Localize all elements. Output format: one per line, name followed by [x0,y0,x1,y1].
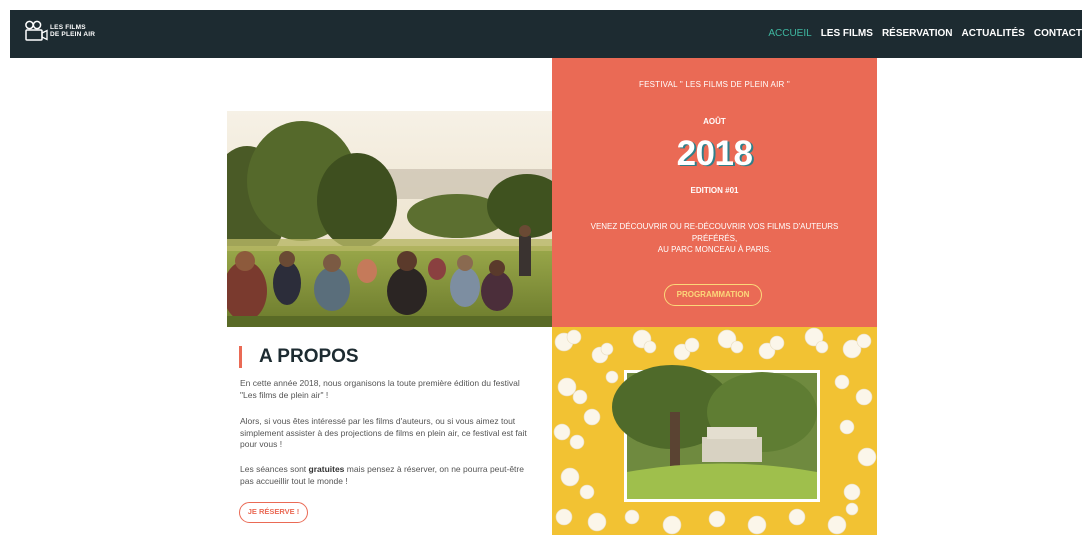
programmation-button[interactable]: PROGRAMMATION [664,284,762,306]
festival-month: AOÛT [703,117,726,126]
festival-description-line-2: PRÉFÉRÉS, [691,233,738,243]
nav-link-accueil[interactable]: ACCUEIL [768,28,811,39]
about-section: A PROPOS En cette année 2018, nous organ… [227,327,552,535]
about-paragraph-1: En cette année 2018, nous organisons la … [240,378,520,400]
popcorn-park-image [552,327,877,535]
nav-link-actualites[interactable]: ACTUALITÉS [962,28,1025,39]
festival-panel: FESTIVAL " LES FILMS DE PLEIN AIR " AOÛT… [552,58,877,327]
festival-year: 2018 [676,134,753,173]
logo-line-1: LES FILMS [50,24,86,31]
free-highlight: gratuites [308,464,345,474]
park-crowd-photo [227,111,552,327]
main-menu: ACCUEIL LES FILMS RÉSERVATION ACTUALITÉS… [759,28,1082,39]
film-camera-icon [24,20,48,42]
reserve-button[interactable]: JE RÉSERVE ! [239,502,308,523]
festival-description-line-1: VENEZ DÉCOUVRIR OU RE-DÉCOUVRIR VOS FILM… [590,222,839,231]
about-paragraph-3: Les séances sont gratuites mais pensez à… [240,464,535,487]
logo-text: LES FILMS DE PLEIN AIR [50,24,95,38]
festival-description-line-3: AU PARC MONCEAU À PARIS. [657,245,772,254]
about-heading: A PROPOS [239,346,359,368]
about-paragraph-3-start: Les séances sont [240,464,309,474]
nav-link-les-films[interactable]: LES FILMS [821,28,873,39]
top-navbar: LES FILMS DE PLEIN AIR ACCUEIL LES FILMS… [10,10,1082,58]
about-paragraph-2: Alors, si vous êtes intéressé par les fi… [240,416,527,449]
festival-edition: EDITION #01 [690,186,739,195]
festival-description: VENEZ DÉCOUVRIR OU RE-DÉCOUVRIR VOS FILM… [572,221,857,256]
logo-line-2: DE PLEIN AIR [50,31,96,38]
festival-title: FESTIVAL " LES FILMS DE PLEIN AIR " [639,80,790,89]
nav-link-reservation[interactable]: RÉSERVATION [882,28,953,39]
nav-link-contact[interactable]: CONTACT [1034,28,1082,39]
site-logo[interactable]: LES FILMS DE PLEIN AIR [24,20,95,42]
